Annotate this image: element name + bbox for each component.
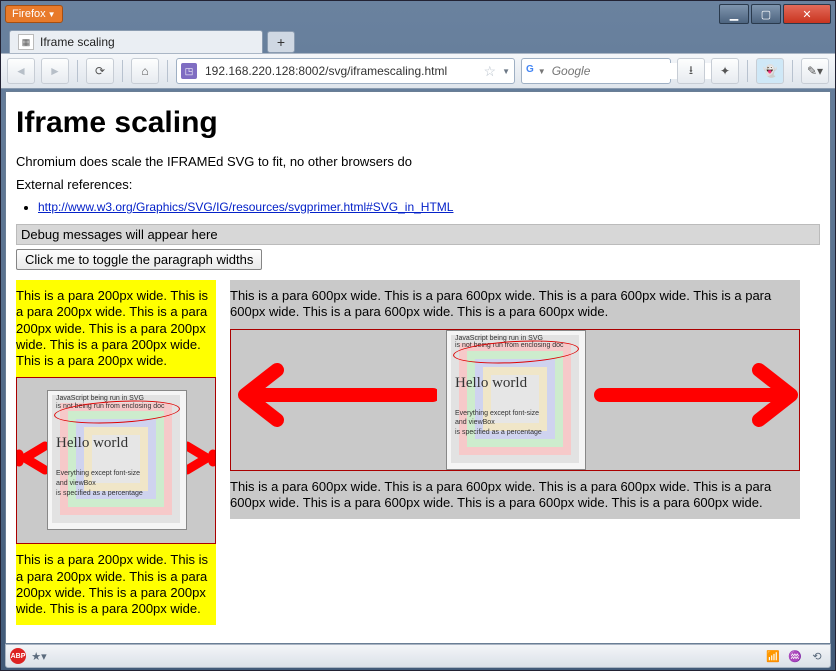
forward-icon: ► <box>49 64 61 78</box>
home-button[interactable]: ⌂ <box>131 58 159 84</box>
reload-icon: ⟳ <box>95 64 105 78</box>
close-icon: ✕ <box>802 8 811 21</box>
page-heading: Iframe scaling <box>16 106 820 140</box>
chevron-down-icon: ▼ <box>48 10 56 19</box>
separator <box>77 60 78 82</box>
external-link[interactable]: http://www.w3.org/Graphics/SVG/IG/resour… <box>38 200 453 214</box>
home-icon: ⌂ <box>141 64 148 78</box>
column-600: This is a para 600px wide. This is a par… <box>230 280 800 519</box>
arrow-left-icon <box>16 438 49 478</box>
tab-strip: ▦ Iframe scaling + <box>1 27 835 53</box>
svg-text-bottom: Everything except font-sizeand viewBoxis… <box>455 409 575 438</box>
addon-button-1[interactable]: 👻 <box>756 58 784 84</box>
separator <box>167 60 168 82</box>
addon-button-2[interactable]: ✎▾ <box>801 58 829 84</box>
tab-active[interactable]: ▦ Iframe scaling <box>9 30 263 53</box>
separator <box>792 60 793 82</box>
toggle-widths-button[interactable]: Click me to toggle the paragraph widths <box>16 249 262 270</box>
separator <box>747 60 748 82</box>
reload-button[interactable]: ⟳ <box>86 58 114 84</box>
window-maximize-button[interactable]: ▢ <box>751 4 781 24</box>
plus-icon: + <box>277 34 285 50</box>
url-input[interactable] <box>203 63 478 79</box>
debug-message-area: Debug messages will appear here <box>16 224 820 245</box>
svg-text-bottom: Everything except font-sizeand viewBoxis… <box>56 469 176 498</box>
chevron-down-icon[interactable]: ▼ <box>538 67 546 76</box>
sync-icon[interactable]: ⟲ <box>808 648 826 664</box>
forward-button[interactable]: ► <box>41 58 69 84</box>
para-200-top: This is a para 200px wide. This is a par… <box>16 288 216 369</box>
adblock-icon[interactable]: ABP <box>10 648 26 664</box>
separator <box>122 60 123 82</box>
window-titlebar: Firefox ▼ ▁ ▢ ✕ <box>1 1 835 27</box>
window-minimize-button[interactable]: ▁ <box>719 4 749 24</box>
downloads-button[interactable]: ⭳ <box>677 58 705 84</box>
download-icon: ⭳ <box>689 61 693 82</box>
brush-icon: ✎▾ <box>807 64 823 78</box>
para-600-top: This is a para 600px wide. This is a par… <box>230 288 800 321</box>
addon-bar: ABP ★▾ 📶 ♒ ⟲ <box>5 644 831 668</box>
bookmark-star-icon[interactable]: ☆ <box>484 63 497 80</box>
back-icon: ◄ <box>15 64 27 78</box>
ghost-icon: 👻 <box>763 64 778 78</box>
intro-text: Chromium does scale the IFRAMEd SVG to f… <box>16 154 820 169</box>
navigation-toolbar: ◄ ► ⟳ ⌂ ◳ ☆ ▼ G ▼ ⭳ ✦ 👻 ✎▾ <box>1 53 835 89</box>
tab-title: Iframe scaling <box>40 35 115 49</box>
bookmark-bar-icon[interactable]: ★▾ <box>30 648 48 664</box>
maximize-icon: ▢ <box>761 8 771 21</box>
search-box[interactable]: G ▼ <box>521 58 671 84</box>
para-200-bottom: This is a para 200px wide. This is a par… <box>16 552 216 617</box>
para-600-bottom: This is a para 600px wide. This is a par… <box>230 479 800 512</box>
address-bar[interactable]: ◳ ☆ ▼ <box>176 58 515 84</box>
site-identity-icon[interactable]: ◳ <box>181 63 197 79</box>
back-button[interactable]: ◄ <box>7 58 35 84</box>
developer-button[interactable]: ✦ <box>711 58 739 84</box>
arrow-right-large-icon <box>589 360 799 430</box>
column-200: This is a para 200px wide. This is a par… <box>16 280 216 625</box>
feed-icon[interactable]: 📶 <box>764 648 782 664</box>
svg-hello-text: Hello world <box>56 435 128 452</box>
minimize-icon: ▁ <box>730 8 738 21</box>
firefox-menu-button[interactable]: Firefox ▼ <box>5 5 63 23</box>
google-icon: G <box>526 64 534 78</box>
refs-label: External references: <box>16 177 820 192</box>
arrow-right-icon <box>183 438 216 478</box>
arrow-left-large-icon <box>237 360 437 430</box>
svg-hello-text: Hello world <box>455 375 527 392</box>
new-tab-button[interactable]: + <box>267 31 295 53</box>
chevron-down-icon[interactable]: ▼ <box>502 67 510 76</box>
rss-icon[interactable]: ♒ <box>786 648 804 664</box>
page-viewport[interactable]: Iframe scaling Chromium does scale the I… <box>5 91 831 644</box>
window-close-button[interactable]: ✕ <box>783 4 831 24</box>
page-favicon: ▦ <box>18 34 34 50</box>
wrench-icon: ✦ <box>720 64 730 78</box>
firefox-menu-label: Firefox <box>12 8 46 20</box>
